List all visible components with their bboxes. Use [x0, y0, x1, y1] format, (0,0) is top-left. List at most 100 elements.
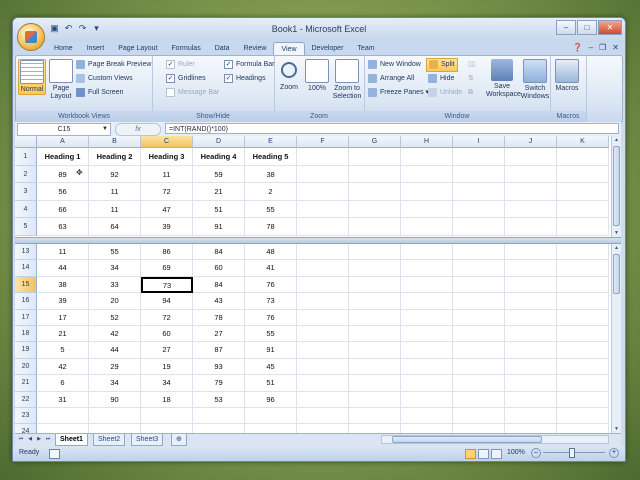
cell-b5[interactable]: 64	[89, 218, 141, 236]
top-pane-scroll-thumb[interactable]	[613, 146, 620, 226]
scroll-up-icon[interactable]: ▲	[612, 244, 621, 252]
cell-f13[interactable]	[297, 244, 349, 261]
cell-k20[interactable]	[557, 358, 609, 376]
horizontal-scrollbar[interactable]	[381, 435, 609, 444]
restore-workbook-icon[interactable]: ❐	[599, 43, 606, 52]
normal-view-button[interactable]: Normal	[18, 59, 46, 95]
cell-d15[interactable]: 84	[193, 276, 245, 294]
cell-h19[interactable]	[401, 342, 453, 359]
maximize-icon[interactable]: □	[577, 20, 597, 35]
cell-j4[interactable]	[505, 200, 557, 219]
zoom-out-icon[interactable]: –	[531, 448, 541, 458]
first-sheet-icon[interactable]: ⏮	[17, 435, 25, 444]
chevron-down-icon[interactable]: ▼	[102, 124, 108, 135]
split-bar[interactable]	[15, 237, 621, 244]
cell-b18[interactable]: 42	[89, 326, 141, 343]
cell-e20[interactable]: 45	[245, 358, 297, 376]
gridlines-checkbox[interactable]: ✓ Gridlines	[166, 73, 206, 85]
cell-i21[interactable]	[453, 375, 505, 392]
cell-g13[interactable]	[349, 244, 401, 261]
cell-b2[interactable]: 92	[89, 165, 141, 184]
cell-k3[interactable]	[557, 183, 609, 201]
cell-g5[interactable]	[349, 218, 401, 236]
cell-d1[interactable]: Heading 4	[193, 148, 245, 166]
tab-insert[interactable]: Insert	[80, 42, 112, 55]
formula-bar-checkbox[interactable]: ✓ Formula Bar	[224, 59, 275, 71]
zoom-in-icon[interactable]: +	[609, 448, 619, 458]
cell-h14[interactable]	[401, 260, 453, 277]
cell-f23[interactable]	[297, 408, 349, 425]
row-header-2[interactable]: 2	[15, 165, 37, 184]
insert-function-button[interactable]: fx	[115, 123, 161, 136]
cell-k2[interactable]	[557, 165, 609, 184]
new-window-button[interactable]: New Window	[368, 59, 421, 71]
cell-f18[interactable]	[297, 326, 349, 343]
cell-f17[interactable]	[297, 309, 349, 326]
column-header-f[interactable]: F	[297, 136, 349, 148]
cell-k22[interactable]	[557, 391, 609, 408]
page-break-icon[interactable]	[491, 449, 502, 459]
reset-window-position-icon[interactable]: ⧉	[468, 87, 473, 99]
sync-scrolling-icon[interactable]: ⇅	[468, 73, 474, 85]
cell-h17[interactable]	[401, 309, 453, 326]
cell-b4[interactable]: 11	[89, 200, 141, 219]
help-icon[interactable]: ❓	[573, 43, 583, 52]
cell-d20[interactable]: 93	[193, 358, 245, 376]
cell-d19[interactable]: 87	[193, 342, 245, 359]
office-button[interactable]	[17, 23, 45, 51]
cell-d3[interactable]: 21	[193, 183, 245, 201]
record-macro-icon[interactable]	[49, 449, 60, 459]
cell-h20[interactable]	[401, 358, 453, 376]
cell-c1[interactable]: Heading 3	[141, 148, 193, 166]
cell-b1[interactable]: Heading 2	[89, 148, 141, 166]
cell-c13[interactable]: 86	[141, 244, 193, 261]
full-screen-button[interactable]: Full Screen	[76, 87, 123, 99]
cell-f3[interactable]	[297, 183, 349, 201]
cell-b17[interactable]: 52	[89, 309, 141, 326]
tab-home[interactable]: Home	[47, 42, 80, 55]
cell-a15[interactable]: 38	[37, 276, 89, 294]
previous-sheet-icon[interactable]: ◀	[26, 435, 34, 444]
cell-k19[interactable]	[557, 342, 609, 359]
cell-g21[interactable]	[349, 375, 401, 392]
cell-f4[interactable]	[297, 200, 349, 219]
save-workspace-button[interactable]: Save Workspace	[486, 59, 521, 99]
cell-a20[interactable]: 42	[37, 358, 89, 376]
cell-e21[interactable]: 51	[245, 375, 297, 392]
cell-d22[interactable]: 53	[193, 391, 245, 408]
column-header-j[interactable]: J	[505, 136, 557, 148]
cell-d18[interactable]: 27	[193, 326, 245, 343]
cell-i3[interactable]	[453, 183, 505, 201]
last-sheet-icon[interactable]: ⏭	[44, 435, 52, 444]
zoom-level[interactable]: 100%	[507, 449, 525, 456]
cell-a14[interactable]: 44	[37, 260, 89, 277]
cell-k4[interactable]	[557, 200, 609, 219]
row-header-20[interactable]: 20	[15, 358, 37, 376]
cell-h1[interactable]	[401, 148, 453, 166]
scroll-up-icon[interactable]: ▲	[612, 136, 621, 144]
arrange-all-button[interactable]: Arrange All	[368, 73, 414, 85]
cell-c15[interactable]: 73	[141, 276, 193, 294]
cell-c16[interactable]: 94	[141, 293, 193, 310]
cell-j22[interactable]	[505, 391, 557, 408]
cell-h5[interactable]	[401, 218, 453, 236]
cell-c20[interactable]: 19	[141, 358, 193, 376]
cell-e1[interactable]: Heading 5	[245, 148, 297, 166]
cell-j5[interactable]	[505, 218, 557, 236]
cell-c3[interactable]: 72	[141, 183, 193, 201]
page-break-preview-button[interactable]: Page Break Preview	[76, 59, 151, 71]
close-icon[interactable]: ✕	[598, 20, 622, 35]
cell-e16[interactable]: 73	[245, 293, 297, 310]
cell-g23[interactable]	[349, 408, 401, 425]
row-header-13[interactable]: 13	[15, 244, 37, 261]
row-header-18[interactable]: 18	[15, 326, 37, 343]
cell-d16[interactable]: 43	[193, 293, 245, 310]
cell-g19[interactable]	[349, 342, 401, 359]
cell-e17[interactable]: 76	[245, 309, 297, 326]
custom-views-button[interactable]: Custom Views	[76, 73, 133, 85]
cell-c4[interactable]: 47	[141, 200, 193, 219]
column-header-d[interactable]: D	[193, 136, 245, 148]
cell-k1[interactable]	[557, 148, 609, 166]
row-header-1[interactable]: 1	[15, 148, 37, 166]
row-header-19[interactable]: 19	[15, 342, 37, 359]
